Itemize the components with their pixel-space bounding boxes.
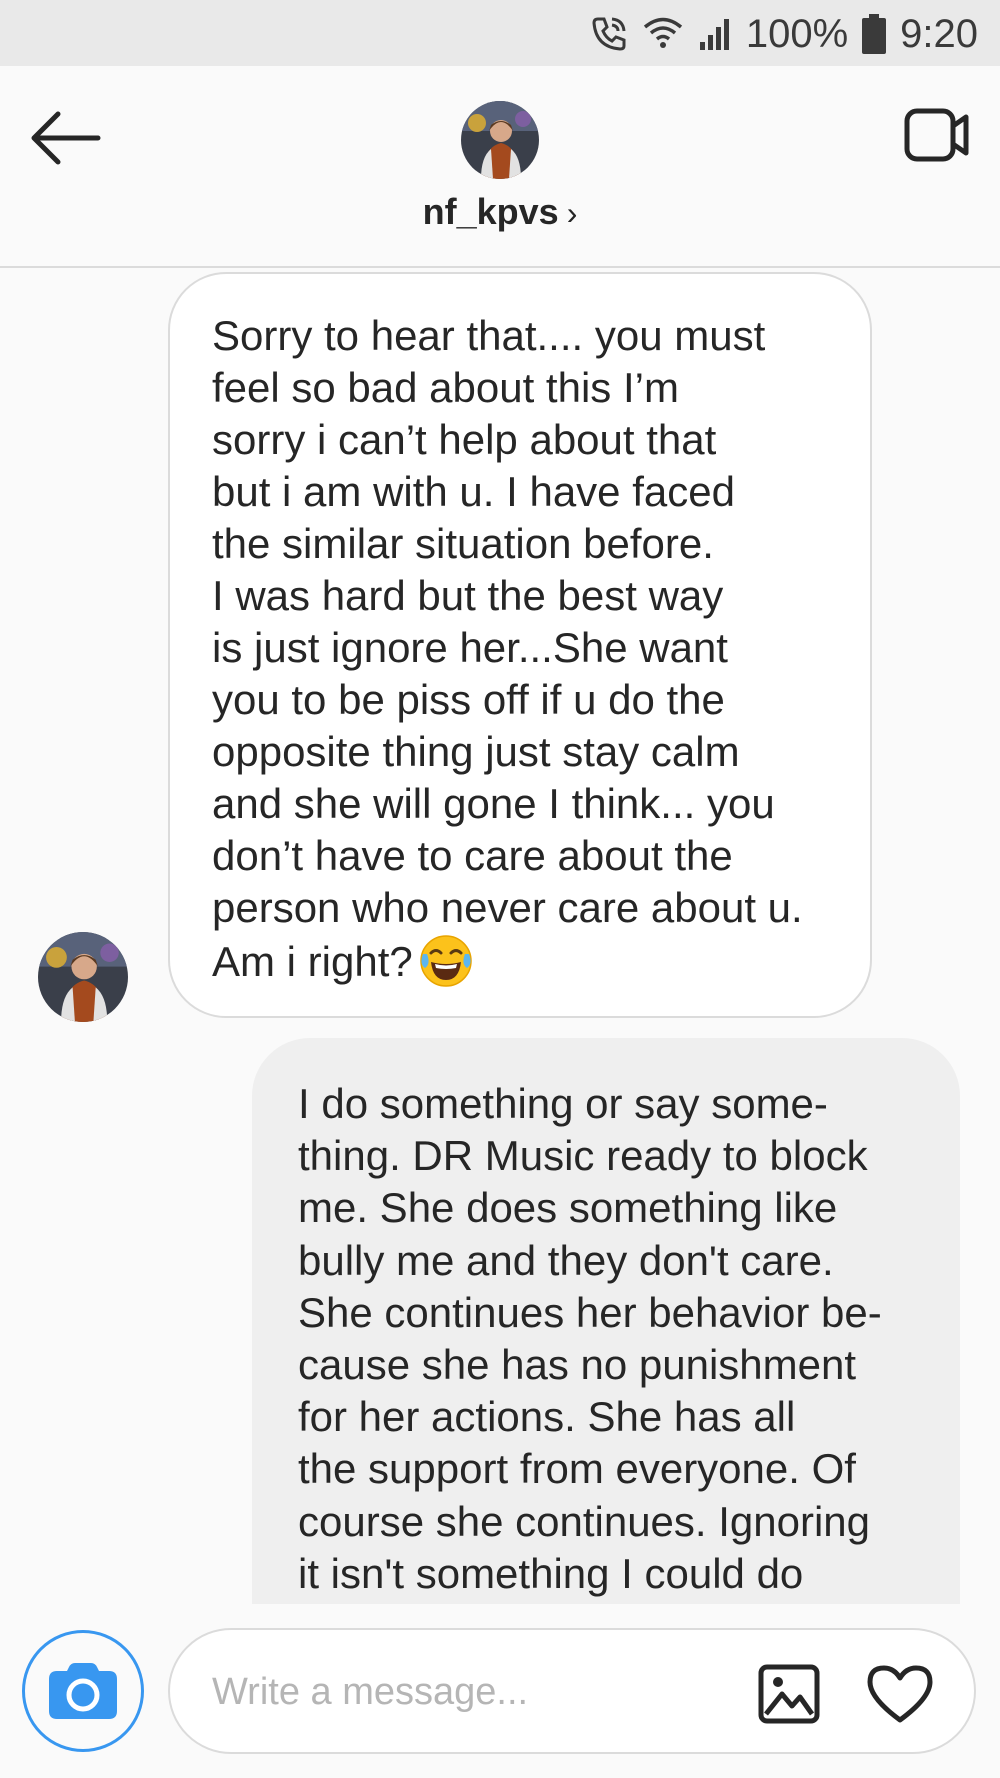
sender-avatar[interactable] — [38, 932, 128, 1022]
status-bar: 100% 9:20 — [0, 0, 1000, 66]
signal-icon — [699, 19, 729, 50]
message-input-box[interactable] — [168, 1628, 976, 1754]
heart-icon[interactable] — [866, 1664, 934, 1724]
chevron-right-icon: › — [566, 195, 578, 231]
outgoing-message-text: I do something or say some- thing. DR Mu… — [298, 1080, 882, 1597]
status-icons: 100% 9:20 — [590, 8, 978, 60]
avatar-image — [461, 101, 539, 179]
battery-percent: 100% — [745, 11, 849, 56]
incoming-message-bubble[interactable]: Sorry to hear that.... you must feel so … — [168, 272, 872, 1018]
video-call-icon[interactable] — [904, 106, 970, 164]
username-title[interactable]: nf_kpvs › — [0, 191, 1000, 233]
camera-icon — [49, 1663, 117, 1719]
sender-avatar-image — [38, 932, 128, 1022]
avatar[interactable] — [461, 101, 539, 179]
call-icon — [592, 17, 626, 51]
message-input[interactable] — [210, 1658, 694, 1726]
message-composer — [0, 1604, 1000, 1778]
battery-icon — [862, 14, 887, 54]
back-arrow-icon[interactable] — [30, 108, 102, 168]
wifi-icon — [643, 17, 682, 48]
chat-header: nf_kpvs › — [0, 66, 1000, 268]
incoming-message-text: Sorry to hear that.... you must feel so … — [212, 312, 803, 985]
outgoing-message-bubble[interactable]: I do something or say some- thing. DR Mu… — [252, 1038, 960, 1604]
gallery-icon[interactable] — [758, 1664, 820, 1724]
username: nf_kpvs — [422, 191, 559, 232]
camera-button-inner — [34, 1642, 132, 1740]
tears-of-joy-emoji-icon — [419, 935, 472, 987]
clock: 9:20 — [900, 11, 978, 56]
camera-button[interactable] — [22, 1630, 144, 1752]
